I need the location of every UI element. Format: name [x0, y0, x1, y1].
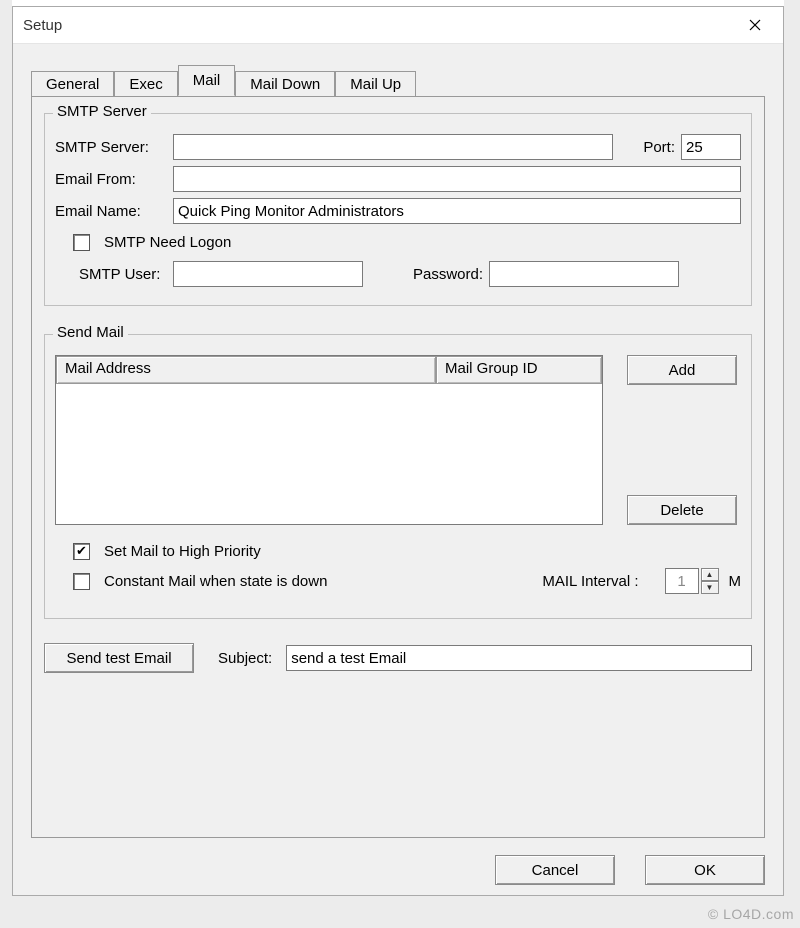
password-input[interactable]	[489, 261, 679, 287]
email-name-label: Email Name:	[55, 203, 167, 220]
subject-label: Subject:	[218, 650, 272, 667]
subject-input[interactable]	[286, 645, 752, 671]
send-test-email-button[interactable]: Send test Email	[44, 643, 194, 673]
constant-mail-label: Constant Mail when state is down	[104, 573, 327, 590]
port-input[interactable]	[681, 134, 741, 160]
email-from-input[interactable]	[173, 166, 741, 192]
setup-dialog: Setup General Exec Mail Mail Down Mail U…	[12, 6, 784, 896]
tab-general[interactable]: General	[31, 71, 114, 97]
smtp-need-logon-label: SMTP Need Logon	[104, 234, 231, 251]
email-name-input[interactable]	[173, 198, 741, 224]
email-from-label: Email From:	[55, 171, 167, 188]
tab-panel-mail: SMTP Server SMTP Server: Port: Email Fro…	[31, 96, 765, 838]
tab-mail-down[interactable]: Mail Down	[235, 71, 335, 97]
smtp-user-input[interactable]	[173, 261, 363, 287]
add-button[interactable]: Add	[627, 355, 737, 385]
titlebar: Setup	[13, 7, 783, 43]
list-headers: Mail Address Mail Group ID	[56, 356, 602, 384]
tab-exec[interactable]: Exec	[114, 71, 177, 97]
tab-mail[interactable]: Mail	[178, 65, 236, 96]
port-label: Port:	[643, 139, 675, 156]
smtp-server-label: SMTP Server:	[55, 139, 167, 156]
smtp-user-label: SMTP User:	[55, 266, 167, 283]
interval-unit: M	[729, 573, 742, 590]
tab-strip: General Exec Mail Mail Down Mail Up	[31, 66, 765, 96]
delete-button[interactable]: Delete	[627, 495, 737, 525]
group-send-mail: Send Mail Mail Address Mail Group ID Add…	[44, 334, 752, 619]
mail-interval-spinner[interactable]: ▲ ▼	[665, 568, 719, 594]
window-title: Setup	[23, 17, 62, 34]
high-priority-label: Set Mail to High Priority	[104, 543, 261, 560]
mail-interval-input[interactable]	[665, 568, 699, 594]
list-body[interactable]	[56, 384, 602, 524]
smtp-server-input[interactable]	[173, 134, 613, 160]
interval-up[interactable]: ▲	[701, 568, 719, 581]
ok-button[interactable]: OK	[645, 855, 765, 885]
mail-interval-label: MAIL Interval :	[542, 573, 638, 590]
mail-address-list[interactable]: Mail Address Mail Group ID	[55, 355, 603, 525]
client-area: General Exec Mail Mail Down Mail Up SMTP…	[13, 43, 783, 895]
col-mail-group-id[interactable]: Mail Group ID	[436, 356, 602, 384]
dialog-buttons: Cancel OK	[495, 855, 765, 885]
smtp-need-logon-checkbox[interactable]	[73, 234, 90, 251]
group-smtp-server: SMTP Server SMTP Server: Port: Email Fro…	[44, 113, 752, 306]
cancel-button[interactable]: Cancel	[495, 855, 615, 885]
tab-mail-up[interactable]: Mail Up	[335, 71, 416, 97]
close-icon	[749, 19, 761, 31]
group-smtp-legend: SMTP Server	[53, 103, 151, 120]
group-send-mail-legend: Send Mail	[53, 324, 128, 341]
constant-mail-checkbox[interactable]	[73, 573, 90, 590]
high-priority-checkbox[interactable]	[73, 543, 90, 560]
watermark: © LO4D.com	[708, 906, 794, 922]
close-button[interactable]	[733, 10, 777, 40]
interval-down[interactable]: ▼	[701, 581, 719, 594]
password-label: Password:	[413, 266, 483, 283]
col-mail-address[interactable]: Mail Address	[56, 356, 436, 384]
